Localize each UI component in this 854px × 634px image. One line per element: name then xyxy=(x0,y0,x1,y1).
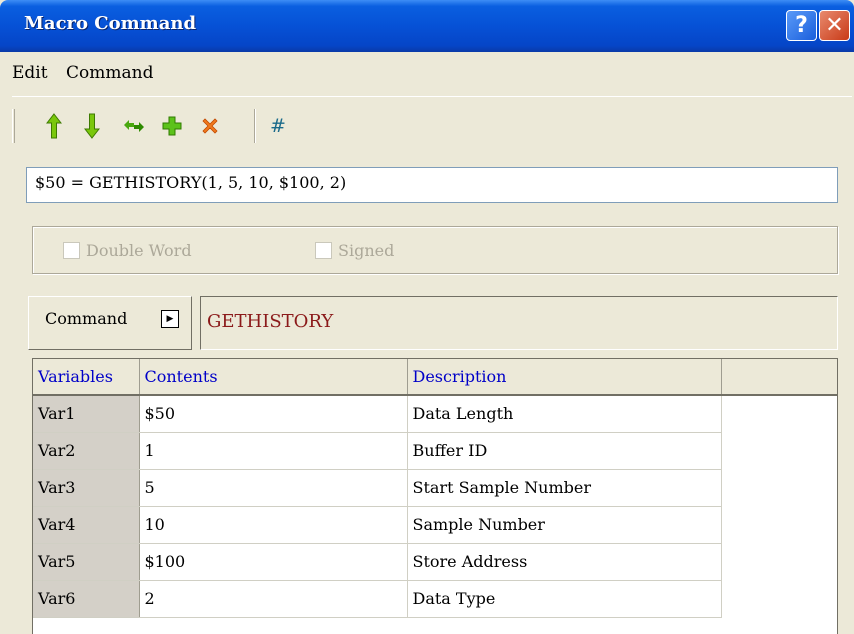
expression-input[interactable]: $50 = GETHISTORY(1, 5, 10, $100, 2) xyxy=(26,167,838,203)
row-variable: Var2 xyxy=(33,432,140,470)
row-filler xyxy=(721,580,837,617)
hash-icon: # xyxy=(270,115,286,137)
play-arrow-icon: ▶ xyxy=(161,310,179,328)
menu-edit[interactable]: Edit xyxy=(12,63,48,83)
row-description: Store Address xyxy=(407,543,722,581)
menu-bar: Edit Command xyxy=(0,60,854,88)
header-variables[interactable]: Variables xyxy=(33,359,140,396)
row-description: Buffer ID xyxy=(407,432,722,470)
toolbar-separator xyxy=(254,109,256,143)
header-filler xyxy=(721,359,837,396)
row-content[interactable]: 1 xyxy=(139,432,408,470)
row-description: Start Sample Number xyxy=(407,469,722,507)
hash-button[interactable]: # xyxy=(264,111,292,141)
row-content[interactable]: $100 xyxy=(139,543,408,581)
options-group: Double Word Signed xyxy=(32,226,838,274)
window-title: Macro Command xyxy=(24,13,197,34)
table-row[interactable]: Var2 1 Buffer ID xyxy=(33,432,837,470)
row-content[interactable]: 5 xyxy=(139,469,408,507)
up-arrow-icon xyxy=(46,113,62,139)
signed-label: Signed xyxy=(338,241,395,260)
title-bar[interactable]: Macro Command ? ✕ xyxy=(0,0,854,52)
add-icon xyxy=(162,116,182,136)
replace-button[interactable] xyxy=(120,111,148,141)
help-button[interactable]: ? xyxy=(786,10,817,41)
row-filler xyxy=(721,469,837,506)
delete-icon xyxy=(202,118,218,134)
table-row[interactable]: Var6 2 Data Type xyxy=(33,580,837,618)
row-description: Sample Number xyxy=(407,506,722,544)
variables-grid: Variables Contents Description Var1 $50 … xyxy=(32,358,838,634)
macro-command-window: Macro Command ? ✕ Edit Command # $50 = G… xyxy=(0,0,854,634)
row-filler xyxy=(721,432,837,469)
row-variable: Var1 xyxy=(33,395,140,433)
double-word-checkbox-box xyxy=(63,242,80,259)
move-down-button[interactable] xyxy=(78,111,106,141)
add-button[interactable] xyxy=(158,111,186,141)
signed-checkbox-box xyxy=(315,242,332,259)
help-icon: ? xyxy=(795,13,808,38)
row-filler xyxy=(721,543,837,580)
move-up-button[interactable] xyxy=(40,111,68,141)
menu-command[interactable]: Command xyxy=(66,63,153,83)
row-content[interactable]: 10 xyxy=(139,506,408,544)
table-row[interactable]: Var1 $50 Data Length xyxy=(33,395,837,433)
replace-icon xyxy=(124,120,144,132)
down-arrow-icon xyxy=(84,113,100,139)
close-icon: ✕ xyxy=(825,13,844,38)
header-contents[interactable]: Contents xyxy=(139,359,408,396)
menu-edit-label: Edit xyxy=(12,63,48,83)
table-row[interactable]: Var3 5 Start Sample Number xyxy=(33,469,837,507)
row-description: Data Length xyxy=(407,395,722,433)
row-variable: Var3 xyxy=(33,469,140,507)
row-variable: Var6 xyxy=(33,580,140,618)
double-word-label: Double Word xyxy=(86,241,192,260)
table-row[interactable]: Var4 10 Sample Number xyxy=(33,506,837,544)
grid-header-row: Variables Contents Description xyxy=(33,359,837,396)
header-description[interactable]: Description xyxy=(407,359,722,396)
delete-button[interactable] xyxy=(196,111,224,141)
command-button-label: Command xyxy=(45,309,128,328)
row-content[interactable]: 2 xyxy=(139,580,408,618)
command-button[interactable]: Command ▶ xyxy=(28,296,192,350)
toolbar: # xyxy=(12,96,852,158)
row-variable: Var5 xyxy=(33,543,140,581)
close-button[interactable]: ✕ xyxy=(819,10,850,41)
row-variable: Var4 xyxy=(33,506,140,544)
row-description: Data Type xyxy=(407,580,722,618)
table-row[interactable]: Var5 $100 Store Address xyxy=(33,543,837,581)
double-word-checkbox[interactable]: Double Word xyxy=(63,241,192,260)
row-filler xyxy=(721,506,837,543)
row-content[interactable]: $50 xyxy=(139,395,408,433)
signed-checkbox[interactable]: Signed xyxy=(315,241,394,260)
row-filler xyxy=(721,395,837,432)
menu-command-label: Command xyxy=(66,63,154,83)
toolbar-grip[interactable] xyxy=(12,109,15,143)
command-value: GETHISTORY xyxy=(207,311,334,332)
command-display: GETHISTORY xyxy=(200,296,838,350)
